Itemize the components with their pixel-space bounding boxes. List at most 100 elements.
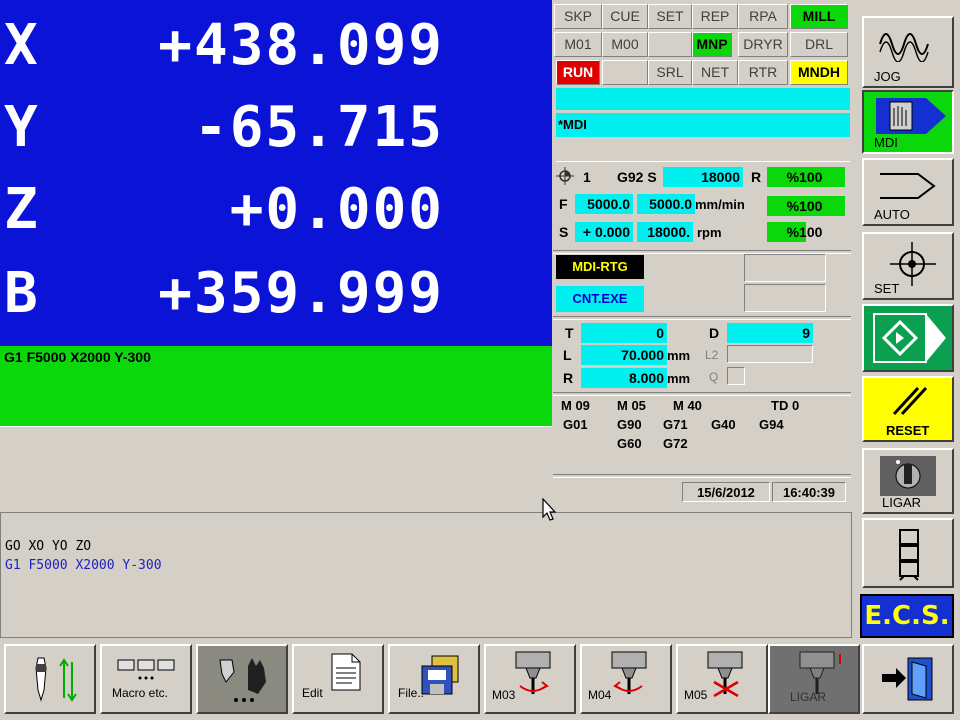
modal-code: M 09 xyxy=(561,398,590,413)
axis-value: +0.000 xyxy=(229,177,444,242)
modal-code: G71 xyxy=(663,417,688,432)
tool-number: 1 xyxy=(583,169,591,185)
crosshair-icon xyxy=(556,167,574,185)
axis-value: +359.999 xyxy=(158,261,444,326)
exit-button[interactable] xyxy=(862,644,954,714)
q-label: Q xyxy=(709,370,719,384)
status-dryr[interactable]: DRYR xyxy=(738,32,788,57)
jog-button[interactable]: JOG xyxy=(862,16,954,88)
status-rpa[interactable]: RPA xyxy=(738,4,788,29)
tool-l2-value xyxy=(727,345,813,363)
feed-override[interactable]: %100 xyxy=(767,196,845,216)
spindle-override[interactable]: %100 xyxy=(767,222,845,242)
modal-code: G72 xyxy=(663,436,688,451)
status-empty xyxy=(602,60,648,85)
tool-q-value xyxy=(727,367,745,385)
status-m01[interactable]: M01 xyxy=(554,32,602,57)
document-icon xyxy=(330,652,362,697)
axis-row-y: Y -65.715 xyxy=(4,98,544,158)
axis-value: +438.099 xyxy=(158,13,444,78)
mdi-line: GO XO YO ZO xyxy=(5,539,92,554)
empty-panel xyxy=(0,426,552,508)
mdi-program-area[interactable]: GO XO YO ZO G1 F5000 X2000 Y-300 xyxy=(0,512,852,638)
status-rtr[interactable]: RTR xyxy=(738,60,788,85)
file-label: File.. xyxy=(398,686,425,700)
ecs-logo: E.C.S. xyxy=(860,594,954,638)
status-mill[interactable]: MILL xyxy=(790,4,848,29)
axis-row-z: Z +0.000 xyxy=(4,180,544,240)
ligar-label: LIGAR xyxy=(882,495,922,510)
set-button[interactable]: SET xyxy=(862,232,954,300)
status-rep[interactable]: REP xyxy=(692,4,738,29)
spindle-programmed: + 0.000 xyxy=(575,222,633,242)
modal-code: G60 xyxy=(617,436,642,451)
macro-button[interactable]: Macro etc. xyxy=(100,644,192,714)
auto-button[interactable]: AUTO xyxy=(862,158,954,226)
m05-label: M05 xyxy=(684,688,708,702)
exit-door-icon xyxy=(878,654,942,709)
cnt-exe-indicator: CNT.EXE xyxy=(556,286,644,312)
empty-indicator xyxy=(744,284,826,312)
g92-label: G92 S xyxy=(617,169,657,185)
modal-code: TD 0 xyxy=(771,398,800,413)
status-mndh[interactable]: MNDH xyxy=(790,60,848,85)
edit-label: Edit xyxy=(302,686,323,700)
feed-unit: mm/min xyxy=(695,197,745,212)
status-mnp[interactable]: MNP xyxy=(692,32,732,57)
mdi-rtg-indicator: MDI-RTG xyxy=(556,255,644,279)
m05-button[interactable]: M05 xyxy=(676,644,768,714)
time-display: 16:40:39 xyxy=(772,482,846,502)
axis-label: Z xyxy=(4,177,38,242)
status-skp[interactable]: SKP xyxy=(554,4,602,29)
status-set[interactable]: SET xyxy=(648,4,692,29)
s-label: S xyxy=(559,224,569,240)
axis-row-x: X +438.099 xyxy=(4,16,544,76)
rack-button[interactable] xyxy=(862,518,954,588)
feed-programmed: 5000.0 xyxy=(575,194,633,214)
macro-label: Macro etc. xyxy=(112,686,169,700)
modal-code: G40 xyxy=(711,417,736,432)
status-run[interactable]: RUN xyxy=(556,60,600,85)
axis-toggle-button[interactable] xyxy=(4,644,96,714)
ligar-spindle-button[interactable]: LIGAR xyxy=(768,644,860,714)
axis-label: B xyxy=(4,261,38,326)
cycle-start-icon xyxy=(872,312,948,369)
tool-r-value: 8.000 xyxy=(581,368,667,388)
status-net[interactable]: NET xyxy=(692,60,738,85)
reset-button[interactable]: RESET xyxy=(862,376,954,442)
spindle-unit: rpm xyxy=(697,225,722,240)
tool-panel: T 0 D 9 L 70.000 mm L2 R 8.000 mm Q xyxy=(553,320,851,390)
file-button[interactable]: File.. xyxy=(388,644,480,714)
stack-icon xyxy=(894,526,924,589)
jog-label: JOG xyxy=(874,69,901,84)
m04-label: M04 xyxy=(588,688,612,702)
reset-label: RESET xyxy=(886,423,930,438)
m03-button[interactable]: M03 xyxy=(484,644,576,714)
status-empty xyxy=(648,32,692,57)
edit-button[interactable]: Edit xyxy=(292,644,384,714)
message-line xyxy=(556,88,850,110)
mouse-cursor-icon xyxy=(542,497,558,522)
r-label: R xyxy=(563,370,574,386)
modal-code: G01 xyxy=(563,417,588,432)
status-cue[interactable]: CUE xyxy=(602,4,648,29)
reset-slash-icon xyxy=(888,384,928,421)
cycle-start-button[interactable] xyxy=(862,304,954,372)
tool-t-value: 0 xyxy=(581,323,667,343)
modal-code: G90 xyxy=(617,417,642,432)
jog-icon xyxy=(876,22,936,67)
current-block-display: G1 F5000 X2000 Y-300 xyxy=(0,346,552,426)
mdi-label: MDI xyxy=(874,135,898,150)
modal-code: M 05 xyxy=(617,398,646,413)
m04-button[interactable]: M04 xyxy=(580,644,672,714)
mdi-button[interactable]: MDI xyxy=(862,90,954,154)
status-drl[interactable]: DRL xyxy=(790,32,848,57)
rapid-override[interactable]: %100 xyxy=(767,167,845,187)
ligar-button[interactable]: LIGAR xyxy=(862,448,954,514)
tool-l-value: 70.000 xyxy=(581,345,667,365)
status-srl[interactable]: SRL xyxy=(648,60,692,85)
hand-wheel-button[interactable] xyxy=(196,644,288,714)
status-m00[interactable]: M00 xyxy=(602,32,648,57)
l2-label: L2 xyxy=(705,348,719,362)
date-display: 15/6/2012 xyxy=(682,482,770,502)
